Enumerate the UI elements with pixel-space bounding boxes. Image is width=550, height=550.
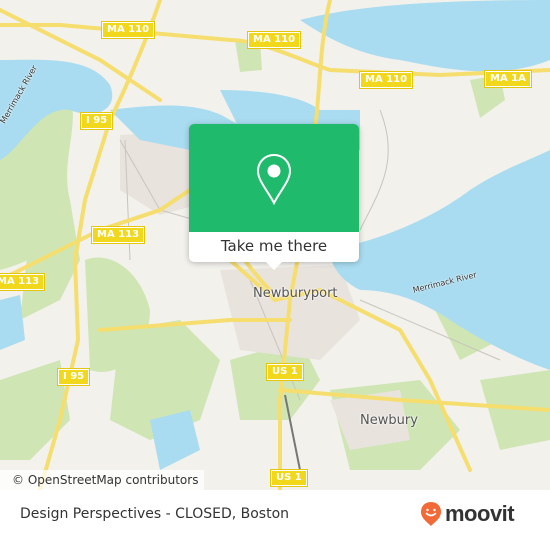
- road-shield-ma-113: MA 113: [0, 273, 46, 291]
- footer: Design Perspectives - CLOSED, Boston moo…: [0, 490, 550, 550]
- road-shield-us-1: US 1: [266, 363, 304, 381]
- place-title: Design Perspectives - CLOSED, Boston: [20, 506, 290, 522]
- road-shield-i-95: I 95: [79, 112, 114, 130]
- popup-header[interactable]: [189, 124, 359, 232]
- road-shield-us-1: US 1: [270, 469, 308, 487]
- place-label-newbury: Newbury: [360, 413, 418, 428]
- moovit-pin-icon: [421, 502, 441, 526]
- place-label-newburyport: Newburyport: [253, 286, 338, 301]
- brand-wordmark: moovit: [445, 501, 515, 526]
- road-shield-ma-110: MA 110: [246, 31, 302, 49]
- road-shield-ma-110: MA 110: [358, 71, 414, 89]
- map[interactable]: MA 110 MA 110 MA 110 MA 1A I 95 MA 113 M…: [0, 0, 550, 490]
- road-shield-i-95: I 95: [56, 368, 91, 386]
- popup-pointer: [266, 262, 282, 270]
- take-me-there-button[interactable]: Take me there: [189, 232, 359, 262]
- map-pin-icon: [256, 153, 292, 205]
- road-shield-ma-1a: MA 1A: [484, 70, 532, 88]
- destination-popup[interactable]: Take me there: [189, 124, 359, 270]
- map-attribution[interactable]: © OpenStreetMap contributors: [0, 470, 205, 490]
- road-shield-ma-113: MA 113: [90, 226, 146, 244]
- moovit-logo[interactable]: moovit: [420, 501, 515, 527]
- road-shield-ma-110: MA 110: [100, 21, 156, 39]
